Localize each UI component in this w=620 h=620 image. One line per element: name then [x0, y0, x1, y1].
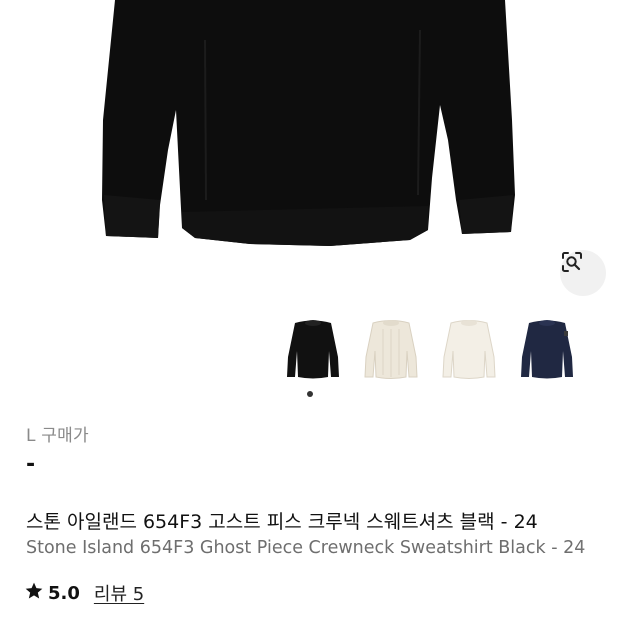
- thumbnail-black-sweatshirt[interactable]: [282, 316, 344, 382]
- product-title-english: Stone Island 654F3 Ghost Piece Crewneck …: [26, 538, 620, 558]
- thumbnail-ivory-sweatshirt[interactable]: [360, 316, 422, 382]
- size-price-label: L 구매가: [26, 426, 89, 446]
- thumbnail-navy-sweatshirt[interactable]: [516, 316, 578, 382]
- thumbnail-cream-sweatshirt[interactable]: [438, 316, 500, 382]
- reviews-link[interactable]: 리뷰 5: [94, 580, 144, 606]
- image-search-button[interactable]: [560, 250, 606, 296]
- star-icon: [24, 581, 44, 606]
- rating-summary: 5.0 리뷰 5: [24, 580, 144, 606]
- sweatshirt-image: [102, 0, 515, 246]
- product-hero-image[interactable]: [0, 0, 620, 300]
- product-title-english-text: Stone Island 654F3 Ghost Piece Crewneck …: [26, 538, 586, 558]
- rating-score: 5.0: [48, 582, 80, 604]
- title-fade: [580, 507, 620, 534]
- title-fade: [580, 538, 620, 558]
- carousel-indicator-dot: [307, 391, 313, 397]
- product-title-korean: 스톤 아일랜드 654F3 고스트 피스 크루넥 스웨트셔츠 블랙 - 24: [26, 507, 620, 534]
- product-title-korean-text: 스톤 아일랜드 654F3 고스트 피스 크루넥 스웨트셔츠 블랙 - 24: [26, 511, 538, 533]
- price-value: -: [26, 452, 36, 477]
